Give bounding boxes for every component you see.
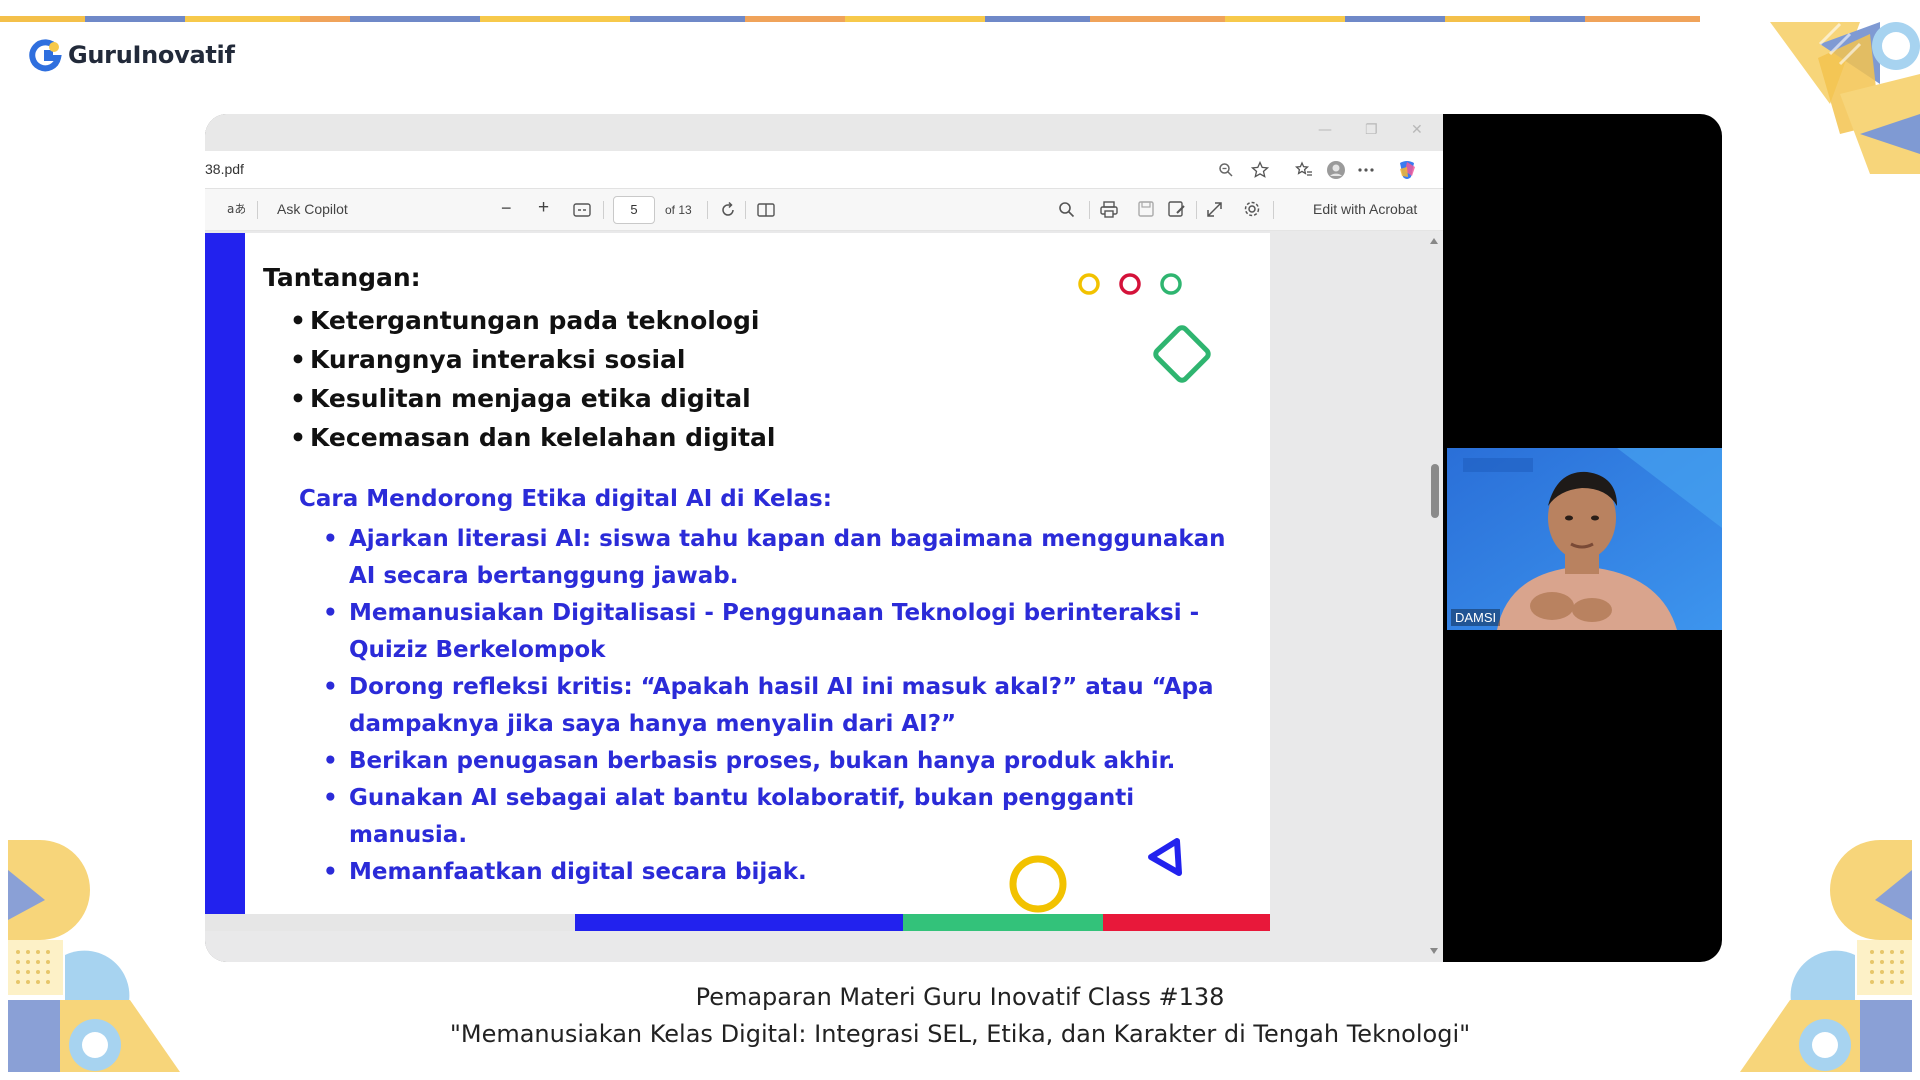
speaker-video-image: [1447, 448, 1722, 630]
read-aloud-icon[interactable]: aあ: [227, 201, 246, 218]
url-text[interactable]: 38.pdf: [205, 161, 244, 177]
corner-decoration-top-right: [1770, 22, 1920, 174]
tantangan-heading: Tantangan:: [263, 263, 421, 292]
restore-icon[interactable]: ❐: [1365, 122, 1378, 138]
list-item: Kesulitan menjaga etika digital: [290, 379, 775, 418]
save-icon[interactable]: [1138, 201, 1154, 220]
minimize-icon[interactable]: —: [1318, 122, 1332, 138]
settings-gear-icon[interactable]: [1243, 200, 1261, 221]
close-icon[interactable]: ✕: [1411, 122, 1423, 138]
tantangan-list: Ketergantungan pada teknologi Kurangnya …: [290, 301, 775, 457]
scrollbar-thumb[interactable]: [1431, 464, 1439, 518]
edit-with-acrobat-button[interactable]: Edit with Acrobat: [1313, 201, 1417, 217]
list-item: Berikan penugasan berbasis proses, bukan…: [323, 743, 1258, 780]
list-item: Kecemasan dan kelelahan digital: [290, 418, 775, 457]
list-item: Gunakan AI sebagai alat bantu kolaborati…: [323, 780, 1258, 854]
speaker-webcam-tile: DAMSI: [1447, 448, 1722, 630]
pdf-toolbar: aあ Ask Copilot − + 5 of 13 Edit with Acr…: [205, 189, 1443, 231]
scroll-up-arrow-icon[interactable]: [1429, 237, 1439, 245]
list-item: Ajarkan literasi AI: siswa tahu kapan da…: [323, 521, 1258, 595]
participant-name-tag: DAMSI: [1451, 609, 1501, 626]
caption-subtitle: "Memanusiakan Kelas Digital: Integrasi S…: [449, 1020, 1471, 1048]
profile-avatar-icon[interactable]: [1325, 160, 1347, 180]
brand-name: GuruInovatif: [68, 41, 235, 69]
copilot-icon[interactable]: [1396, 160, 1418, 180]
favorites-list-icon[interactable]: [1293, 160, 1315, 180]
browser-window: — ❐ ✕ 38.pdf aあ Ask Copilot − + 5 of 13 …: [205, 114, 1443, 962]
slide-bottom-color-bars: [205, 914, 1270, 931]
more-options-icon[interactable]: [1355, 160, 1377, 180]
favorite-star-icon[interactable]: [1249, 160, 1271, 180]
toolbar-separator: [1273, 201, 1274, 219]
pdf-scrollbar[interactable]: [1427, 231, 1441, 962]
page-total-label: of 13: [665, 203, 692, 217]
rotate-icon[interactable]: [719, 201, 737, 222]
guruinovatif-logo-icon: [29, 39, 62, 72]
page-number-input[interactable]: 5: [613, 196, 655, 224]
three-circles-decoration-icon: [1078, 273, 1182, 295]
toolbar-separator: [1089, 201, 1090, 219]
pdf-viewer[interactable]: Tantangan: Ketergantungan pada teknologi…: [205, 231, 1443, 962]
list-item: Kurangnya interaksi sosial: [290, 340, 775, 379]
top-color-stripe: [0, 16, 1920, 22]
green-diamond-decoration-icon: [1153, 325, 1211, 383]
page-view-icon[interactable]: [757, 202, 775, 221]
slide-left-accent-bar: [205, 233, 245, 931]
pdf-page-slide: Tantangan: Ketergantungan pada teknologi…: [205, 233, 1270, 931]
search-icon[interactable]: [1058, 201, 1075, 221]
ask-copilot-button[interactable]: Ask Copilot: [277, 201, 348, 217]
list-item: Dorong refleksi kritis: “Apakah hasil AI…: [323, 669, 1258, 743]
cara-list: Ajarkan literasi AI: siswa tahu kapan da…: [323, 521, 1258, 891]
list-item: Memanusiakan Digitalisasi - Penggunaan T…: [323, 595, 1258, 669]
toolbar-separator: [745, 201, 746, 219]
shared-screen: — ❐ ✕ 38.pdf aあ Ask Copilot − + 5 of 13 …: [205, 114, 1722, 962]
list-item: Ketergantungan pada teknologi: [290, 301, 775, 340]
brand-logo-block: GuruInovatif: [28, 38, 235, 72]
list-item: Memanfaatkan digital secara bijak.: [323, 854, 1258, 891]
zoom-in-button[interactable]: +: [538, 197, 549, 219]
address-bar[interactable]: 38.pdf: [205, 151, 1443, 189]
scroll-down-arrow-icon[interactable]: [1429, 947, 1439, 955]
zoom-icon[interactable]: [1215, 160, 1237, 180]
caption-title: Pemaparan Materi Guru Inovatif Class #13…: [695, 983, 1225, 1011]
toolbar-separator: [603, 201, 604, 219]
cara-heading: Cara Mendorong Etika digital AI di Kelas…: [299, 486, 832, 512]
browser-titlebar: — ❐ ✕: [205, 114, 1443, 151]
zoom-out-button[interactable]: −: [501, 198, 512, 219]
print-icon[interactable]: [1100, 201, 1118, 221]
toolbar-separator: [707, 201, 708, 219]
svg-text:aあ: aあ: [227, 202, 245, 215]
fit-page-icon[interactable]: [573, 202, 591, 221]
slide-canvas: GuruInovatif — ❐ ✕ 38.pdf aあ Ask Copilot…: [0, 0, 1920, 1080]
fullscreen-expand-icon[interactable]: [1206, 201, 1223, 221]
save-as-icon[interactable]: [1168, 201, 1186, 221]
toolbar-separator: [257, 201, 258, 219]
toolbar-separator: [1196, 201, 1197, 219]
